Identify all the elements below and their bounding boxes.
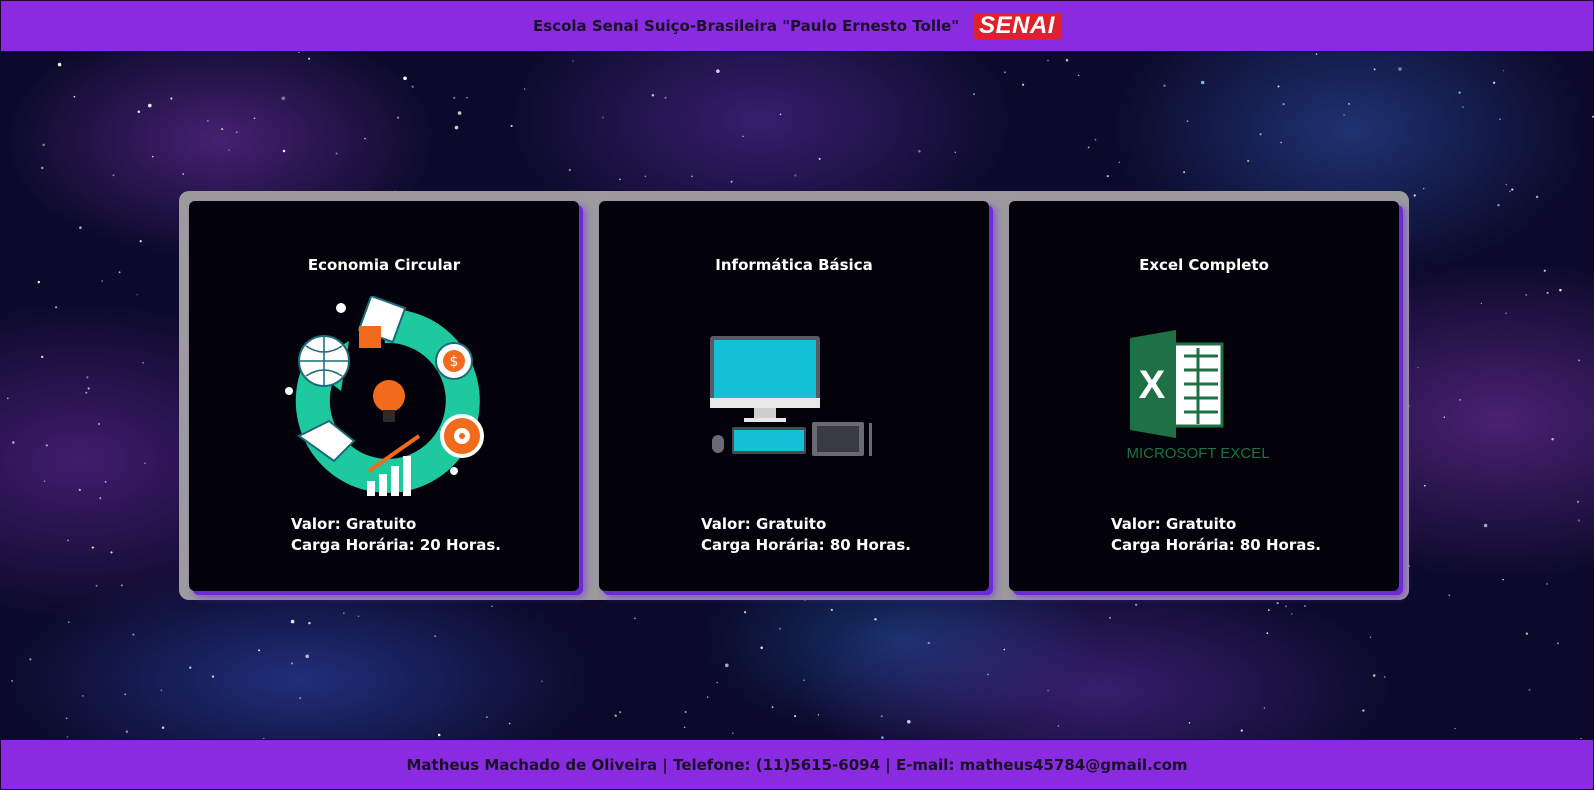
course-title: Excel Completo [1139,256,1269,274]
course-price: Valor: Gratuito [701,515,827,533]
course-price: Valor: Gratuito [1111,515,1237,533]
header-bar: Escola Senai Suiço-Brasileira "Paulo Ern… [0,0,1594,52]
courses-panel: Economia Circular $ Valor: Gratuito Carg… [179,191,1409,600]
course-card-excel-completo[interactable]: Excel Completo X MICROSOFT EXCEL Valor: … [1009,201,1399,591]
senai-logo[interactable]: SENAI [973,13,1061,39]
course-card-economia-circular[interactable]: Economia Circular $ Valor: Gratuito Carg… [189,201,579,591]
course-hours: Carga Horária: 80 Horas. [701,536,911,554]
course-hours: Carga Horária: 80 Horas. [1111,536,1321,554]
course-price: Valor: Gratuito [291,515,417,533]
svg-text:$: $ [450,354,459,370]
page-title: Escola Senai Suiço-Brasileira "Paulo Ern… [533,17,960,35]
course-card-informatica-basica[interactable]: Informática Básica Valor: Gratuito Carga… [599,201,989,591]
footer-bar: Matheus Machado de Oliveira | Telefone: … [0,739,1594,790]
excel-logo-text: MICROSOFT EXCEL [1126,445,1269,462]
computer-illustration [710,336,872,456]
footer-contact: Matheus Machado de Oliveira | Telefone: … [406,755,1188,774]
course-title: Economia Circular [307,256,461,274]
course-hours: Carga Horária: 20 Horas. [291,536,501,554]
excel-logo: X MICROSOFT EXCEL [1126,330,1270,462]
circular-economy-illustration: $ [285,296,484,496]
svg-text:X: X [1139,363,1166,407]
course-title: Informática Básica [715,256,873,274]
